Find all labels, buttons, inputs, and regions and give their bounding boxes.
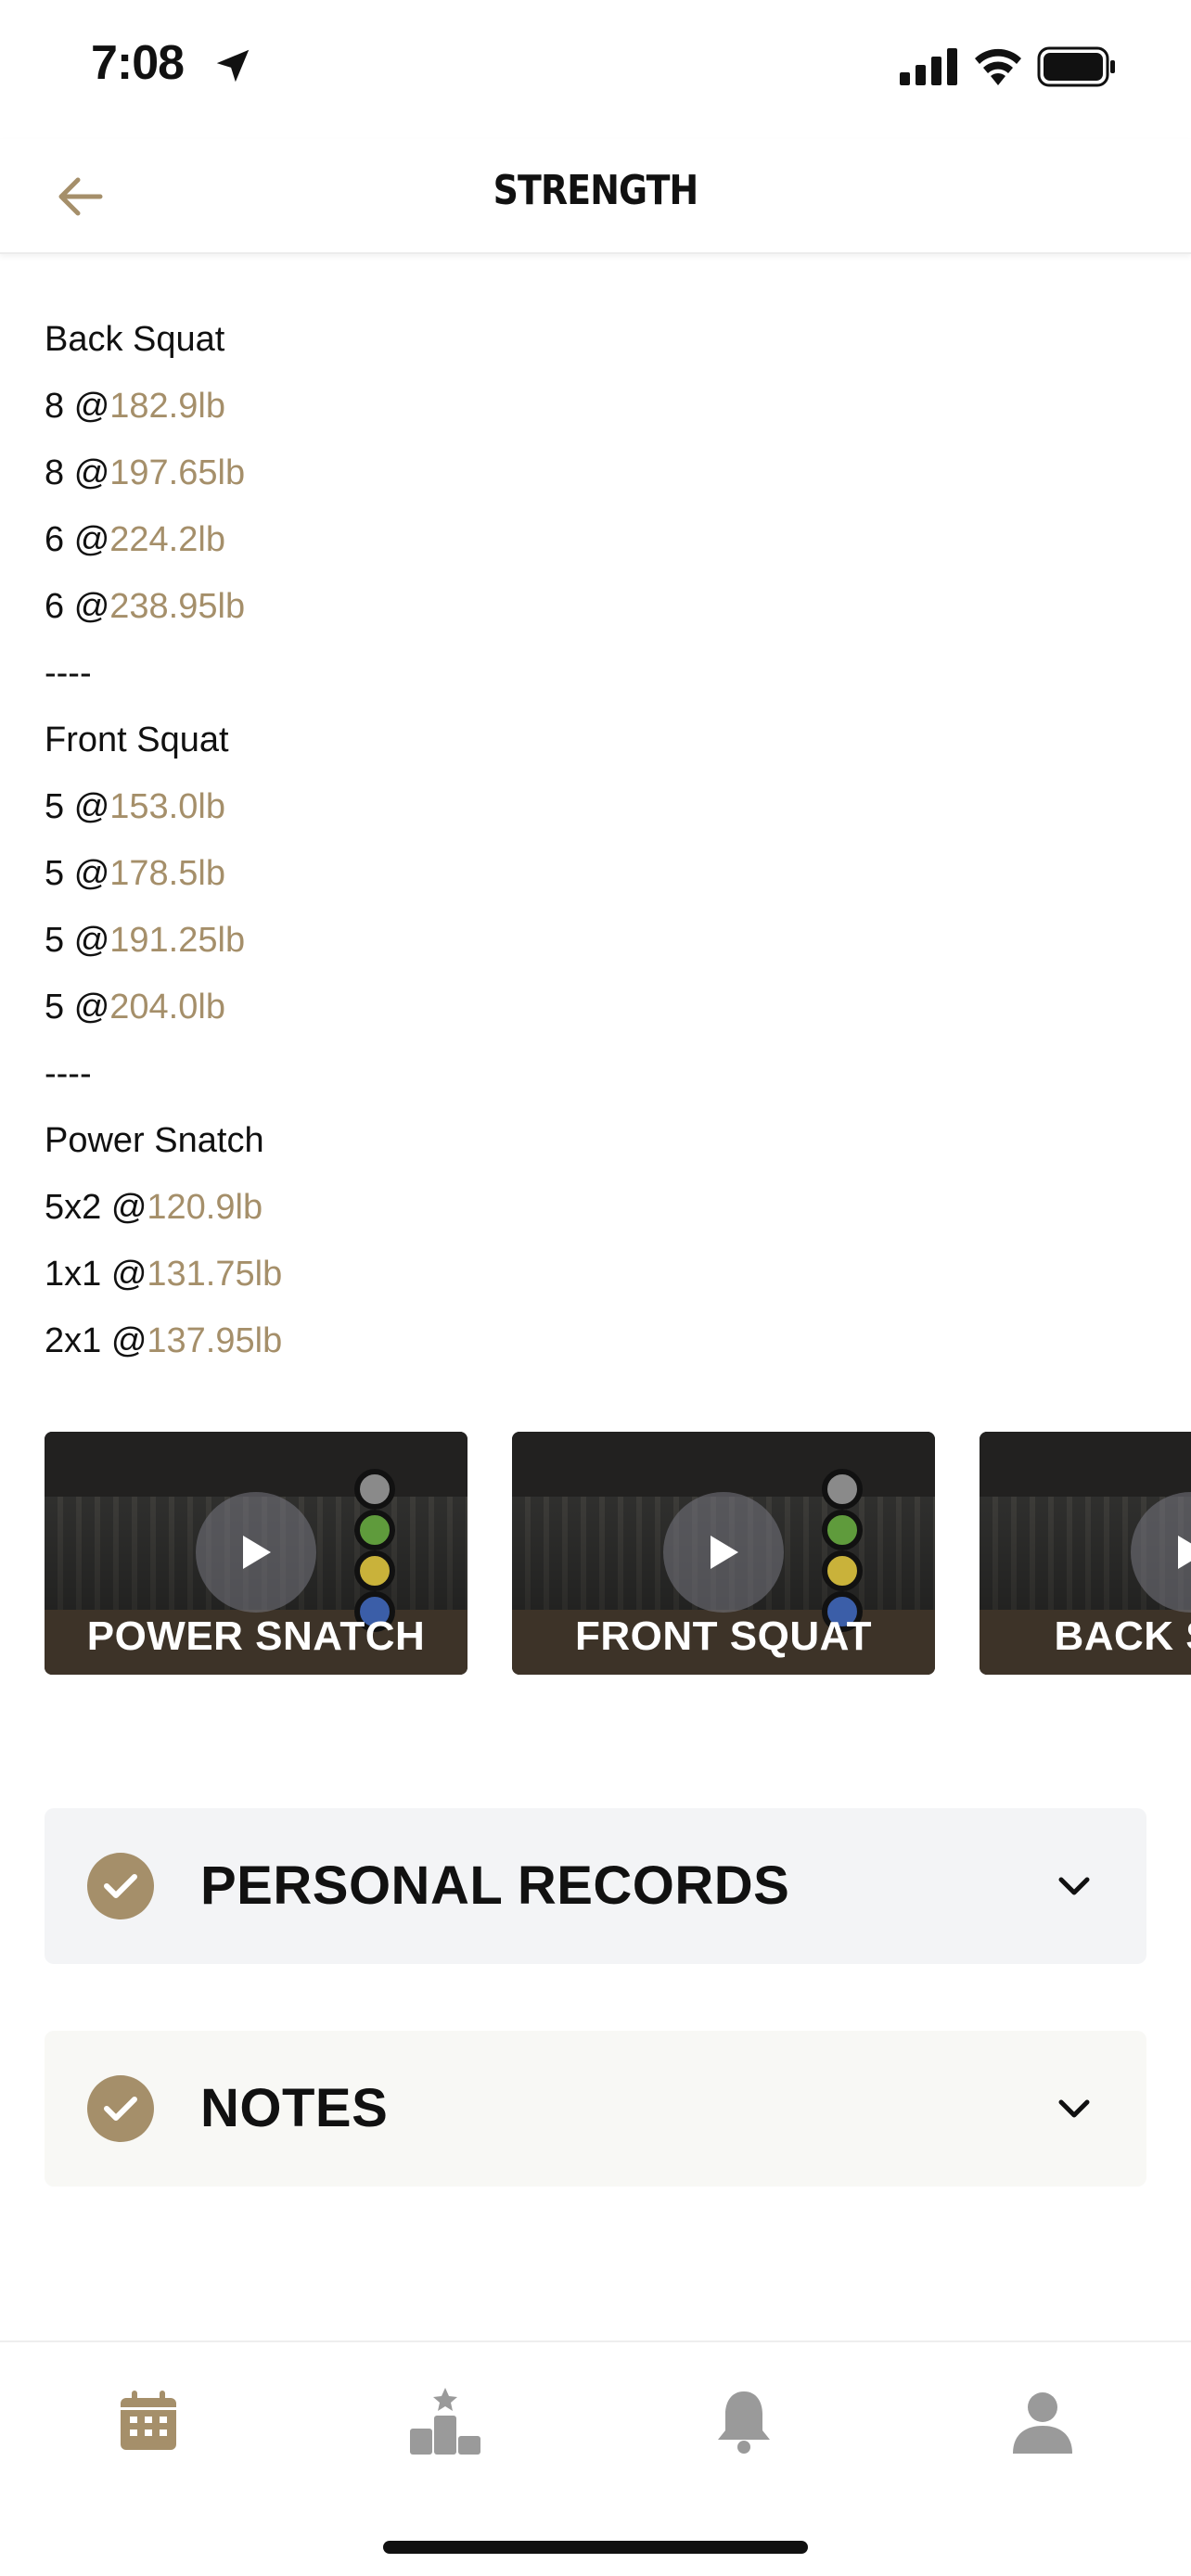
workout-line: 5 @153.0lb — [45, 787, 225, 826]
video-card-front-squat[interactable]: FRONT SQUAT — [512, 1432, 935, 1675]
notes-accordion[interactable]: NOTES — [45, 2031, 1146, 2187]
play-icon — [1178, 1536, 1191, 1569]
home-indicator — [383, 2541, 808, 2554]
notes-title: NOTES — [200, 2078, 389, 2138]
workout-line: Front Squat — [45, 721, 229, 759]
tab-notifications[interactable] — [698, 2379, 790, 2463]
workout-line: 5 @178.5lb — [45, 854, 225, 893]
chevron-down-icon[interactable] — [1054, 2088, 1095, 2129]
tab-calendar[interactable] — [102, 2379, 195, 2463]
workout-description: Back Squat 8 @182.9lb 8 @197.65lb 6 @224… — [45, 306, 1139, 1374]
workout-line: 2x1 @137.95lb — [45, 1321, 283, 1360]
workout-line: Back Squat — [45, 320, 225, 359]
workout-line: 5x2 @120.9lb — [45, 1188, 263, 1227]
play-button[interactable] — [663, 1492, 784, 1613]
status-bar: 7:08 — [0, 0, 1191, 139]
tab-leaderboard[interactable] — [399, 2379, 492, 2463]
video-thumbnail — [45, 1432, 467, 1497]
tab-profile[interactable] — [996, 2379, 1089, 2463]
workout-line: 1x1 @131.75lb — [45, 1255, 283, 1294]
workout-line: 5 @191.25lb — [45, 921, 246, 960]
workout-line: 6 @224.2lb — [45, 520, 225, 559]
personal-records-accordion[interactable]: PERSONAL RECORDS — [45, 1808, 1146, 1964]
video-label: FRONT SQUAT — [575, 1613, 872, 1659]
play-button[interactable] — [196, 1492, 316, 1613]
video-thumbnail — [512, 1432, 935, 1497]
battery-icon — [1037, 46, 1115, 87]
chevron-down-icon[interactable] — [1054, 1866, 1095, 1906]
play-icon — [243, 1536, 271, 1569]
status-time: 7:08 — [91, 36, 185, 90]
wifi-icon — [975, 48, 1021, 85]
podium-icon — [410, 2388, 480, 2455]
cellular-signal-icon — [900, 48, 957, 85]
workout-divider: ---- — [45, 1054, 92, 1093]
workout-line: 8 @182.9lb — [45, 387, 225, 426]
video-label: BACK SQUAT — [1054, 1613, 1191, 1659]
video-thumbnail — [980, 1432, 1191, 1497]
check-circle-icon — [87, 2075, 154, 2142]
bell-icon — [718, 2391, 770, 2454]
workout-line: 6 @238.95lb — [45, 587, 246, 626]
play-button[interactable] — [1131, 1492, 1191, 1613]
workout-divider: ---- — [45, 654, 92, 693]
page-title: STRENGTH — [493, 167, 699, 214]
workout-line: 5 @204.0lb — [45, 988, 225, 1027]
play-icon — [711, 1536, 738, 1569]
video-card-back-squat[interactable]: BACK SQUAT — [980, 1432, 1191, 1675]
workout-line: Power Snatch — [45, 1121, 264, 1160]
video-carousel[interactable]: POWER SNATCH FRONT SQUAT BACK SQUAT — [45, 1432, 1191, 1675]
video-label: POWER SNATCH — [86, 1613, 426, 1659]
nav-header: STRENGTH — [0, 139, 1191, 254]
check-circle-icon — [87, 1853, 154, 1919]
location-arrow-icon — [216, 49, 250, 83]
calendar-icon — [121, 2391, 176, 2450]
personal-records-title: PERSONAL RECORDS — [200, 1855, 790, 1916]
video-card-power-snatch[interactable]: POWER SNATCH — [45, 1432, 467, 1675]
profile-icon — [1013, 2392, 1072, 2454]
workout-line: 8 @197.65lb — [45, 453, 246, 492]
